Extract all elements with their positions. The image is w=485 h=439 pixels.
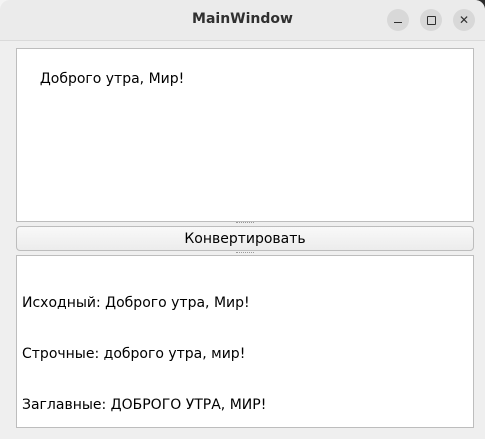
output-line-uppercase: Заглавные: ДОБРОГО УТРА, МИР!: [22, 397, 267, 413]
minimize-icon: [394, 21, 402, 23]
convert-button[interactable]: Конвертировать: [16, 226, 474, 251]
output-text-area[interactable]: Исходный: Доброго утра, Мир! Строчные: д…: [16, 255, 474, 428]
output-line-original: Исходный: Доброго утра, Мир!: [22, 295, 250, 311]
maximize-icon: [426, 15, 436, 25]
title-bar[interactable]: MainWindow ✕: [0, 0, 485, 41]
minimize-button[interactable]: [387, 9, 409, 31]
window-title: MainWindow: [192, 11, 293, 27]
splitter-handle-top[interactable]: [236, 222, 254, 225]
maximize-button[interactable]: [420, 9, 442, 31]
close-icon: ✕: [458, 13, 470, 27]
main-window: MainWindow ✕ Доброго утра, Мир! Конверти…: [0, 0, 485, 439]
input-text: Доброго утра, Мир!: [39, 71, 185, 87]
close-button[interactable]: ✕: [453, 9, 475, 31]
input-text-area[interactable]: Доброго утра, Мир!: [16, 48, 474, 222]
output-line-lowercase: Строчные: доброго утра, мир!: [22, 346, 246, 362]
